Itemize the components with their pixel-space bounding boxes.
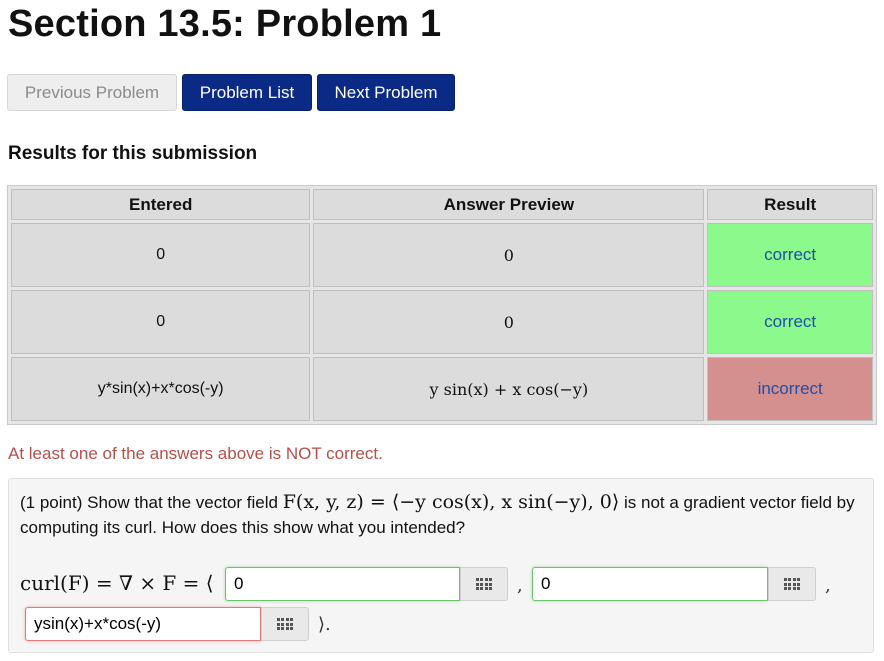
entered-cell: 0 — [11, 223, 311, 287]
previous-problem-button[interactable]: Previous Problem — [7, 74, 177, 111]
results-header-row: Entered Answer Preview Result — [11, 189, 873, 220]
problem-navigation: Previous Problem Problem List Next Probl… — [7, 74, 455, 111]
closing-bracket: ⟩. — [318, 614, 331, 635]
column-header-answer-preview: Answer Preview — [313, 189, 705, 220]
result-cell: correct — [707, 290, 873, 354]
result-cell: incorrect — [707, 357, 873, 421]
curl-answer-row: curl(F) = ∇ × F = ⟨ , , — [20, 567, 866, 647]
result-cell: correct — [707, 223, 873, 287]
grid-icon — [783, 578, 801, 590]
incorrect-warning: At least one of the answers above is NOT… — [8, 444, 383, 463]
page-title: Section 13.5: Problem 1 — [8, 3, 442, 45]
problem-statement: (1 point) Show that the vector field F(x… — [20, 490, 866, 540]
equation-editor-button-1[interactable] — [460, 567, 508, 601]
problem-box: (1 point) Show that the vector field F(x… — [8, 478, 874, 653]
grid-icon — [276, 618, 294, 630]
problem-points: (1 point) — [20, 493, 83, 512]
entered-cell: 0 — [11, 290, 311, 354]
equation-editor-button-3[interactable] — [261, 607, 309, 641]
table-row: 0 0 correct — [11, 290, 873, 354]
table-row: y*sin(x)+x*cos(-y) y sin(x) + x cos(−y) … — [11, 357, 873, 421]
table-row: 0 0 correct — [11, 223, 873, 287]
answer-input-3[interactable] — [25, 607, 261, 641]
results-heading: Results for this submission — [8, 143, 258, 164]
answer-input-1[interactable] — [225, 567, 460, 601]
answer-input-2[interactable] — [532, 567, 768, 601]
answer-preview-cell: y sin(x) + x cos(−y) — [313, 357, 705, 421]
equation-editor-button-2[interactable] — [768, 567, 816, 601]
curl-label: curl(F) = ∇ × F = ⟨ — [20, 571, 214, 595]
problem-list-button[interactable]: Problem List — [182, 74, 312, 111]
separator-comma: , — [825, 575, 831, 596]
separator-comma: , — [517, 575, 523, 596]
problem-text-before: Show that the vector field — [87, 493, 278, 512]
answer-preview-cell: 0 — [313, 290, 705, 354]
next-problem-button[interactable]: Next Problem — [317, 74, 455, 111]
column-header-result: Result — [707, 189, 873, 220]
vector-field-expression: F(x, y, z) = ⟨−y cos(x), x sin(−y), 0⟩ — [282, 491, 620, 513]
answer-preview-cell: 0 — [313, 223, 705, 287]
entered-cell: y*sin(x)+x*cos(-y) — [11, 357, 311, 421]
column-header-entered: Entered — [11, 189, 311, 220]
results-table: Entered Answer Preview Result 0 0 correc… — [7, 185, 877, 425]
grid-icon — [475, 578, 493, 590]
